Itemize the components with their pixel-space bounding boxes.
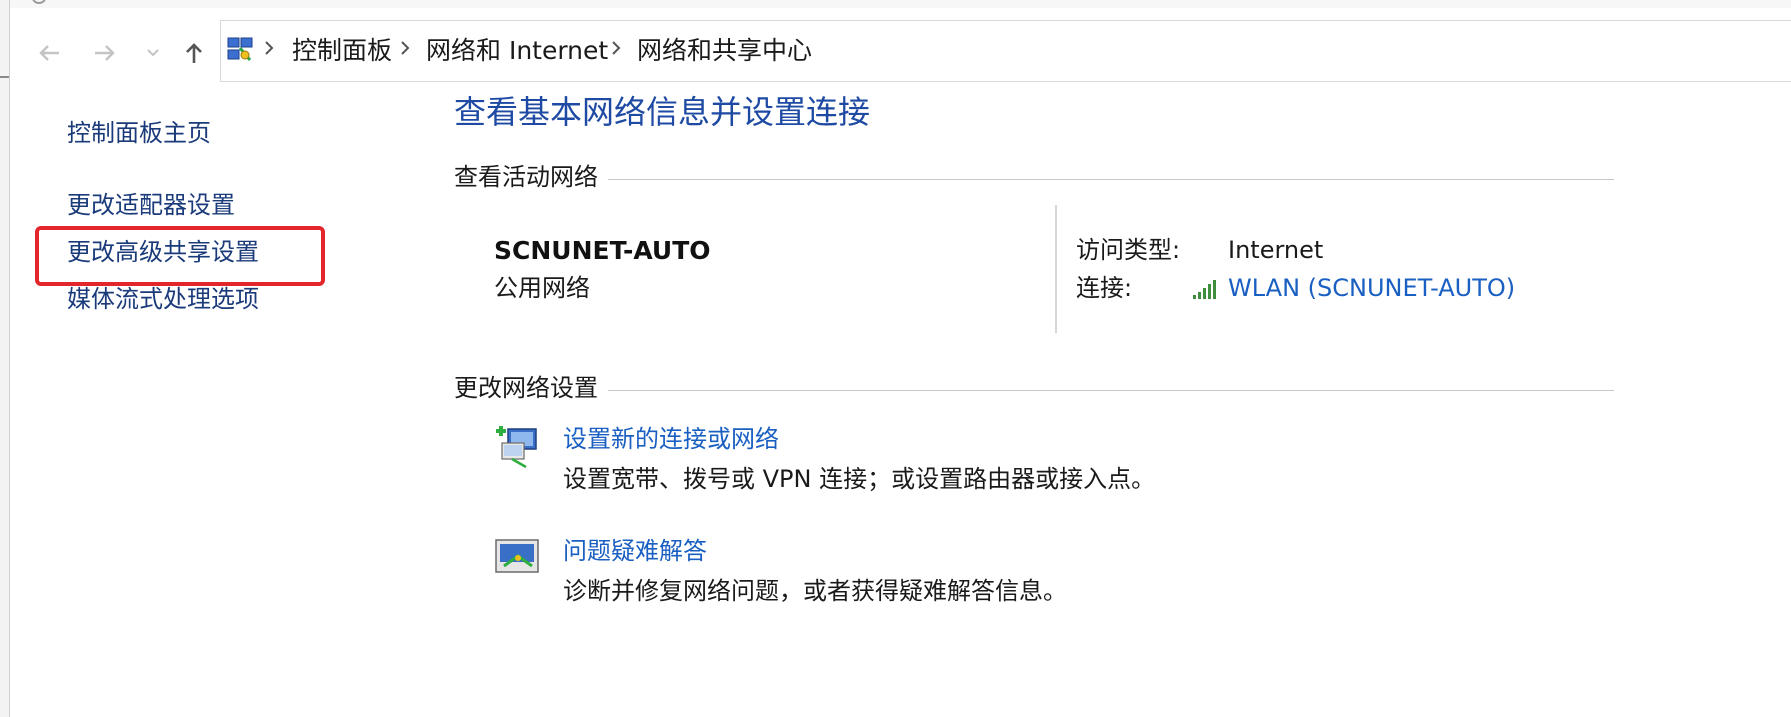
control-panel-location-icon <box>225 34 255 68</box>
troubleshoot-description: 诊断并修复网络问题，或者获得疑难解答信息。 <box>563 577 1067 605</box>
breadcrumb-separator-icon <box>264 40 274 60</box>
access-type-value: Internet <box>1228 236 1324 264</box>
back-arrow-icon <box>39 45 59 61</box>
sidebar-item-control-panel-home[interactable]: 控制面板主页 <box>67 117 211 149</box>
highlight-annotation-box <box>35 226 325 286</box>
page-title: 查看基本网络信息并设置连接 <box>454 93 871 131</box>
sidebar-item-adapter-settings[interactable]: 更改适配器设置 <box>67 189 235 221</box>
wifi-signal-icon <box>1192 278 1222 304</box>
new-connection-icon <box>492 421 542 473</box>
breadcrumb-item-network-sharing-center[interactable]: 网络和共享中心 <box>637 34 812 68</box>
network-type: 公用网络 <box>494 274 590 302</box>
breadcrumb-separator-icon <box>400 40 410 60</box>
window-top-edge <box>0 0 1791 8</box>
breadcrumb-item-control-panel[interactable]: 控制面板 <box>292 34 392 68</box>
window-left-edge <box>0 0 10 717</box>
chevron-down-icon <box>147 49 159 57</box>
section-divider <box>454 179 1614 180</box>
back-button[interactable] <box>32 36 66 70</box>
setup-new-connection-description: 设置宽带、拨号或 VPN 连接；或设置路由器或接入点。 <box>563 465 1156 493</box>
connection-label: 连接: <box>1076 274 1133 302</box>
sidebar-item-media-streaming[interactable]: 媒体流式处理选项 <box>67 283 259 315</box>
up-arrow-icon <box>186 43 202 63</box>
window-left-tick <box>0 76 9 78</box>
forward-arrow-icon <box>95 45 115 61</box>
troubleshoot-link[interactable]: 问题疑难解答 <box>563 535 707 567</box>
network-vertical-divider <box>1055 205 1057 333</box>
up-button[interactable] <box>177 36 211 70</box>
access-type-label: 访问类型: <box>1076 236 1181 264</box>
change-settings-heading: 更改网络设置 <box>454 372 608 404</box>
section-divider <box>454 390 1614 391</box>
recent-locations-button[interactable] <box>138 36 168 70</box>
troubleshoot-icon <box>494 536 542 582</box>
breadcrumb-item-network-internet[interactable]: 网络和 Internet <box>426 34 608 68</box>
active-networks-heading: 查看活动网络 <box>454 161 608 193</box>
connection-link[interactable]: WLAN (SCNUNET-AUTO) <box>1228 272 1515 304</box>
breadcrumb-separator-icon <box>611 40 621 60</box>
forward-button[interactable] <box>88 36 122 70</box>
network-name: SCNUNET-AUTO <box>494 236 711 265</box>
setup-new-connection-link[interactable]: 设置新的连接或网络 <box>563 423 779 455</box>
